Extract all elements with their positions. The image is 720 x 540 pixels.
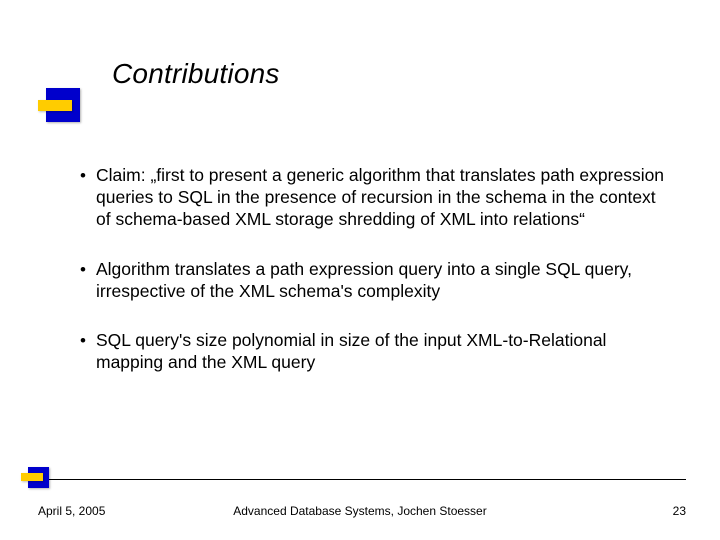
bullet-item: Claim: „first to present a generic algor…	[80, 165, 670, 231]
title-logo	[46, 88, 80, 122]
slide-body: Claim: „first to present a generic algor…	[80, 165, 670, 402]
bullet-item: SQL query's size polynomial in size of t…	[80, 330, 670, 374]
footer-center: Advanced Database Systems, Jochen Stoess…	[0, 504, 720, 518]
footer-logo-accent	[21, 473, 43, 481]
slide-title: Contributions	[112, 58, 280, 90]
footer-page-number: 23	[673, 504, 686, 518]
slide: Contributions Claim: „first to present a…	[0, 0, 720, 540]
bullet-item: Algorithm translates a path expression q…	[80, 259, 670, 303]
footer-separator	[36, 479, 686, 480]
